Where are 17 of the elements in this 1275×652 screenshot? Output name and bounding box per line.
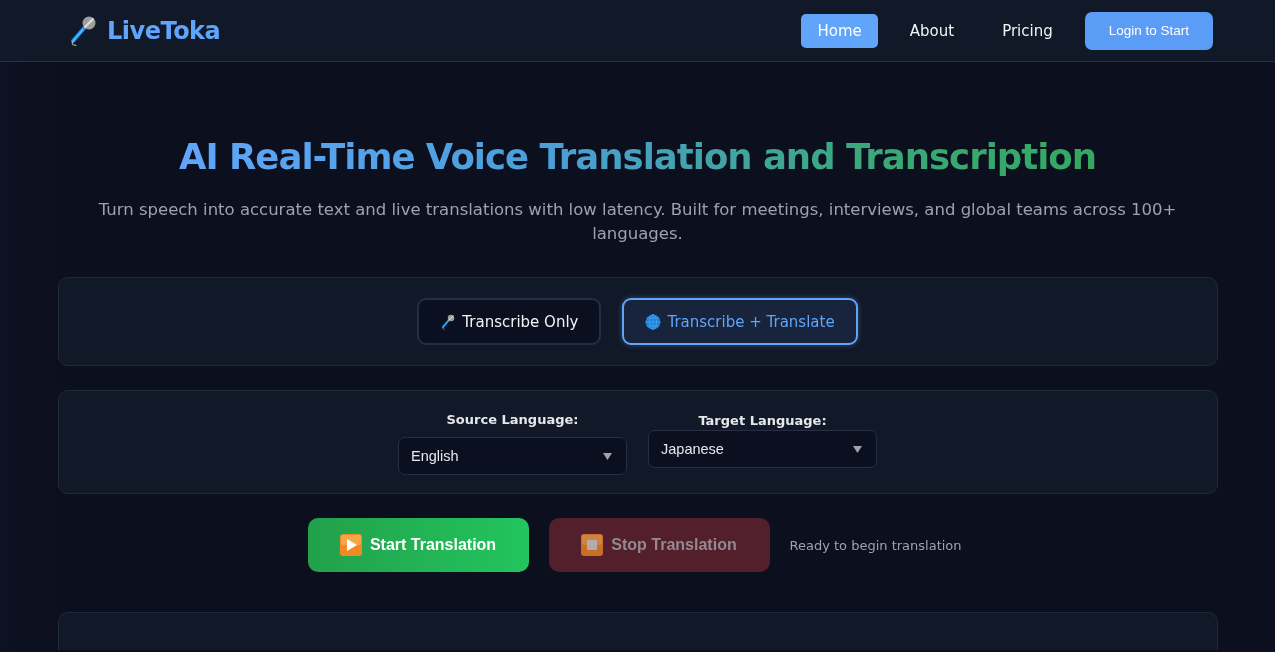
nav-link[interactable]: Pricing bbox=[986, 13, 1069, 48]
nav-link[interactable]: About bbox=[893, 13, 971, 48]
microphone-icon bbox=[440, 313, 457, 330]
page-subtitle: Turn speech into accurate text and live translations with low latency. Built for meetings, interviews, and global teams across 100+ languages. bbox=[97, 199, 1178, 245]
language-select[interactable]: Japanese bbox=[648, 430, 877, 468]
status-text: Ready to begin translation bbox=[789, 537, 962, 553]
globe-icon bbox=[645, 313, 662, 330]
stop-icon bbox=[581, 534, 604, 556]
caret-icon bbox=[853, 445, 862, 453]
logo-text[interactable]: LiveToka bbox=[107, 16, 221, 45]
field-label: Source Language: bbox=[446, 411, 579, 429]
caret-icon bbox=[603, 452, 612, 460]
play-icon bbox=[339, 534, 362, 556]
mode-button[interactable]: Transcribe Only bbox=[417, 298, 602, 345]
field-label: Target Language: bbox=[698, 412, 827, 430]
mode-button[interactable]: Transcribe + Translate bbox=[622, 298, 858, 345]
language-select[interactable]: English bbox=[398, 437, 627, 475]
